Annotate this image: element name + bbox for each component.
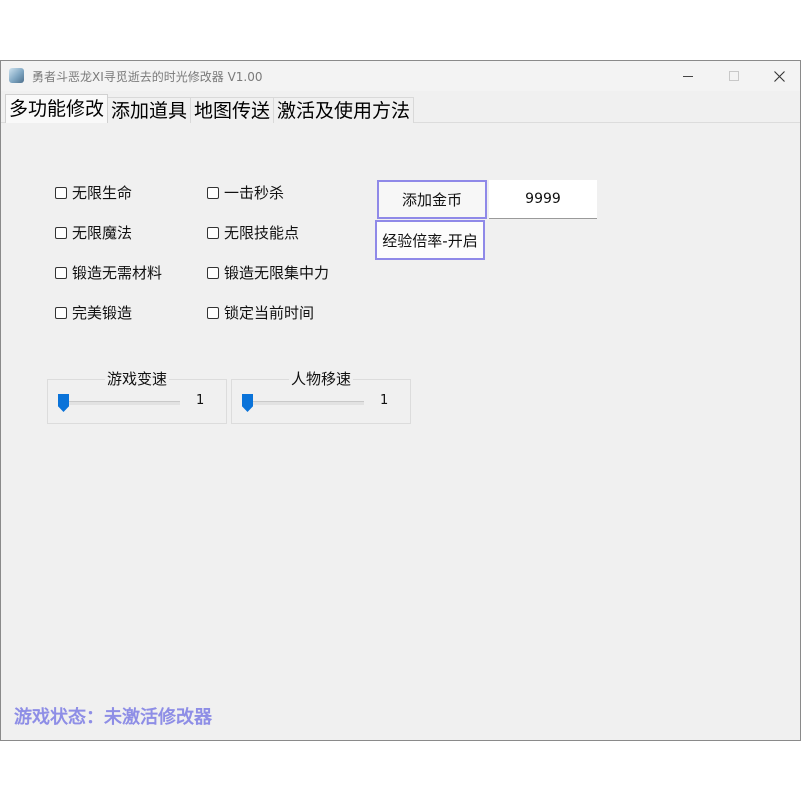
game-speed-track[interactable] xyxy=(58,401,180,405)
slider-thumb[interactable] xyxy=(58,394,69,412)
checkbox-icon[interactable] xyxy=(207,306,219,319)
checkbox-infinite-mp[interactable]: 无限魔法 xyxy=(55,222,132,243)
checkbox-icon[interactable] xyxy=(207,266,219,279)
tab-multifunction[interactable]: 多功能修改 xyxy=(5,94,109,123)
game-status-text: 游戏状态：未激活修改器 xyxy=(14,707,212,728)
move-speed-value: 1 xyxy=(380,393,389,408)
checkbox-label: 锁定当前时间 xyxy=(224,304,315,322)
checkbox-icon[interactable] xyxy=(55,266,67,279)
maximize-button[interactable] xyxy=(711,61,757,91)
checkbox-label: 锻造无限集中力 xyxy=(224,264,330,282)
game-speed-label: 游戏变速 xyxy=(104,370,170,388)
checkbox-icon[interactable] xyxy=(55,226,67,239)
title-bar[interactable]: 勇者斗恶龙XI寻觅逝去的时光修改器 V1.00 xyxy=(1,61,800,91)
checkbox-perfect-forge[interactable]: 完美锻造 xyxy=(55,302,132,323)
checkbox-lock-time[interactable]: 锁定当前时间 xyxy=(207,302,314,323)
checkbox-icon[interactable] xyxy=(207,226,219,239)
move-speed-label: 人物移速 xyxy=(288,370,354,388)
tab-activation-help[interactable]: 激活及使用方法 xyxy=(273,97,415,123)
checkbox-infinite-skill-points[interactable]: 无限技能点 xyxy=(207,222,299,243)
close-button[interactable] xyxy=(756,61,800,91)
trainer-window: 勇者斗恶龙XI寻觅逝去的时光修改器 V1.00 多功能修改 添加道具 地图传送 … xyxy=(0,60,801,741)
tab-bar: 多功能修改 添加道具 地图传送 激活及使用方法 xyxy=(5,94,415,123)
game-speed-group: 游戏变速 1 xyxy=(47,370,227,424)
checkbox-infinite-hp[interactable]: 无限生命 xyxy=(55,182,132,203)
checkbox-label: 锻造无需材料 xyxy=(72,264,163,282)
app-icon xyxy=(9,68,24,83)
checkbox-forge-no-materials[interactable]: 锻造无需材料 xyxy=(55,262,162,283)
maximize-icon xyxy=(729,71,739,81)
add-gold-button[interactable]: 添加金币 xyxy=(377,180,487,219)
checkbox-label: 无限技能点 xyxy=(224,224,300,242)
checkbox-one-hit-kill[interactable]: 一击秒杀 xyxy=(207,182,284,203)
checkbox-icon[interactable] xyxy=(55,306,67,319)
exp-multiplier-button[interactable]: 经验倍率-开启 xyxy=(375,220,485,260)
checkbox-label: 一击秒杀 xyxy=(224,184,285,202)
checkbox-icon[interactable] xyxy=(207,186,219,199)
game-speed-value: 1 xyxy=(196,393,205,408)
minimize-button[interactable] xyxy=(665,61,711,91)
checkbox-icon[interactable] xyxy=(55,186,67,199)
move-speed-group: 人物移速 1 xyxy=(231,370,411,424)
tab-map-teleport[interactable]: 地图传送 xyxy=(190,97,275,123)
checkbox-label: 完美锻造 xyxy=(72,304,133,322)
minimize-icon xyxy=(683,75,693,77)
slider-thumb[interactable] xyxy=(242,394,253,412)
tab-add-items[interactable]: 添加道具 xyxy=(107,97,192,123)
checkbox-forge-infinite-focus[interactable]: 锻造无限集中力 xyxy=(207,262,329,283)
move-speed-track[interactable] xyxy=(242,401,364,405)
window-title: 勇者斗恶龙XI寻觅逝去的时光修改器 V1.00 xyxy=(32,70,263,84)
checkbox-label: 无限魔法 xyxy=(72,224,133,242)
checkbox-label: 无限生命 xyxy=(72,184,133,202)
gold-amount-input[interactable]: 9999 xyxy=(489,180,597,219)
close-icon xyxy=(773,70,785,82)
